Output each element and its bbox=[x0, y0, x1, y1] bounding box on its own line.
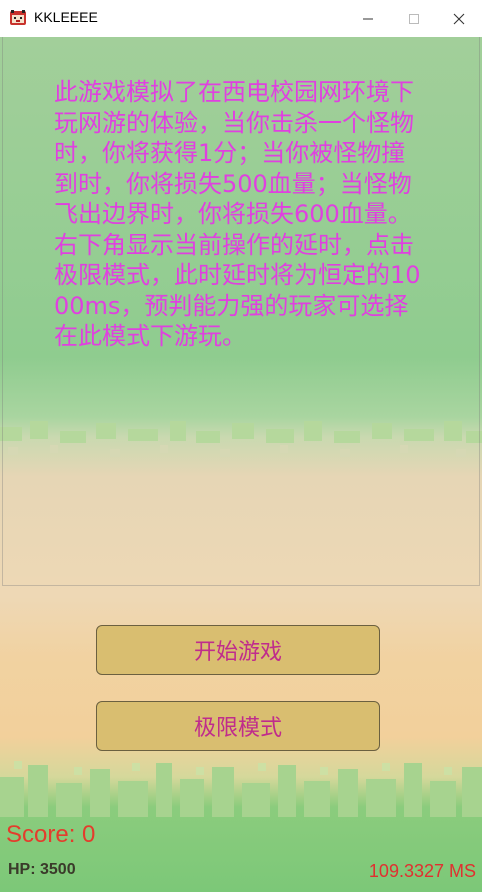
minimize-button[interactable] bbox=[345, 0, 391, 37]
latency-display: 109.3327 MS bbox=[368, 861, 476, 881]
minimize-icon bbox=[363, 18, 373, 19]
start-game-button[interactable]: 开始游戏 bbox=[96, 625, 380, 675]
intro-description: 此游戏模拟了在西电校园网环境下玩网游的体验，当你击杀一个怪物时，你将获得1分；当… bbox=[54, 78, 421, 350]
game-area[interactable]: 此游戏模拟了在西电校园网环境下玩网游的体验，当你击杀一个怪物时，你将获得1分；当… bbox=[0, 37, 482, 892]
window-title: KKLEEEE bbox=[34, 9, 98, 25]
maximize-icon bbox=[409, 13, 419, 24]
game-face-icon bbox=[10, 10, 26, 25]
title-bar[interactable]: KKLEEEE bbox=[0, 0, 482, 38]
hp-display: HP: 3500 bbox=[8, 861, 76, 878]
maximize-button[interactable] bbox=[391, 0, 437, 37]
extreme-mode-button[interactable]: 极限模式 bbox=[96, 701, 380, 751]
score-display: Score: 0 bbox=[6, 821, 96, 848]
close-icon bbox=[453, 13, 465, 24]
grass-edge-decoration-bottom bbox=[0, 761, 482, 817]
close-button[interactable] bbox=[436, 0, 482, 37]
game-window: KKLEEEE 此游戏模拟了在西电校园网环境下玩网游的体验，当你击杀一个怪物时，… bbox=[0, 0, 482, 892]
